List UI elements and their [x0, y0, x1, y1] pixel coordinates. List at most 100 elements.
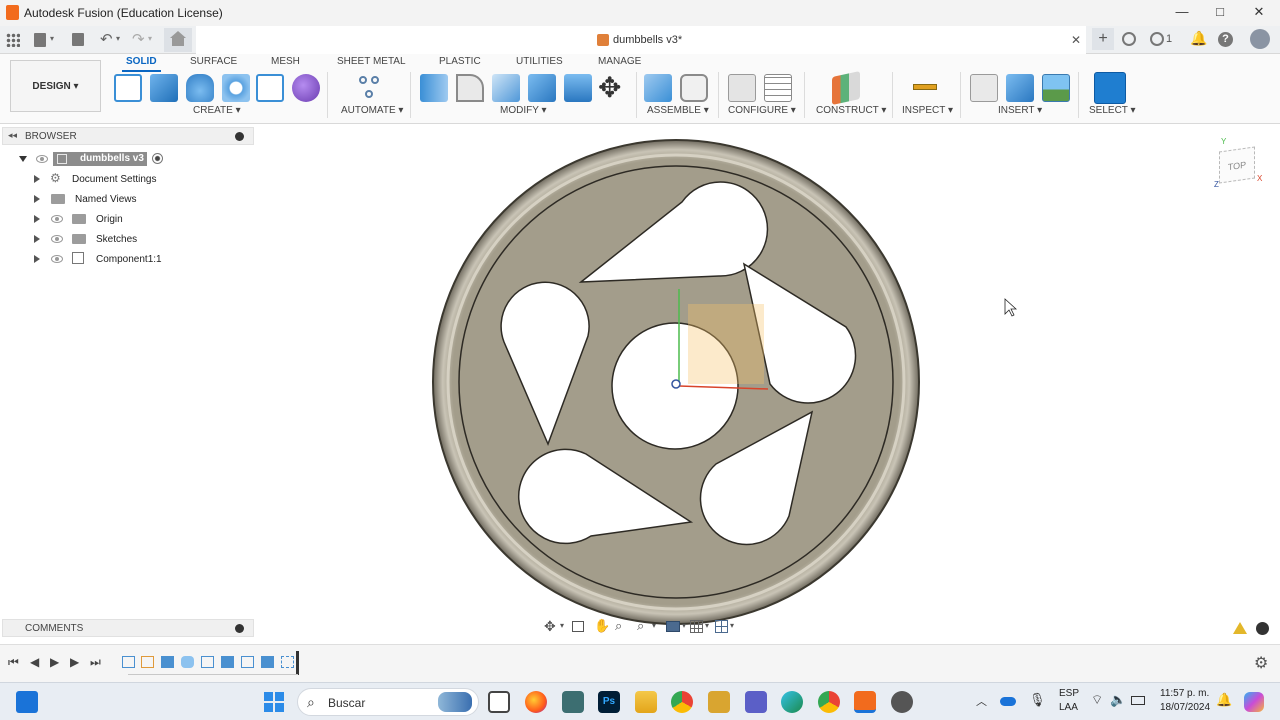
- windows-start-icon[interactable]: [264, 692, 284, 712]
- feedback-icon[interactable]: [1256, 622, 1269, 635]
- copilot-icon[interactable]: [1244, 692, 1264, 712]
- select-icon[interactable]: [1094, 72, 1126, 104]
- offset-plane-icon[interactable]: [832, 71, 860, 105]
- clock-time[interactable]: 11:57 p. m.: [1160, 688, 1209, 699]
- redo-chevron-icon[interactable]: ▾: [148, 34, 152, 43]
- teams-icon[interactable]: [745, 691, 767, 713]
- dumbbell-plate[interactable]: [432, 139, 920, 625]
- volume-icon[interactable]: 🔈: [1110, 692, 1126, 708]
- modify-group-label[interactable]: MODIFY ▾: [500, 105, 547, 116]
- timeline-feature-sketch[interactable]: [201, 656, 214, 668]
- tab-utilities[interactable]: UTILITIES: [516, 56, 563, 67]
- help-icon[interactable]: ?: [1218, 32, 1233, 47]
- expand-component-icon[interactable]: [34, 255, 40, 263]
- expand-sketches-icon[interactable]: [34, 235, 40, 243]
- edge-icon[interactable]: [781, 691, 803, 713]
- visibility-eye-icon[interactable]: [51, 255, 63, 263]
- expand-root-icon[interactable]: [19, 156, 27, 162]
- tab-sheet-metal[interactable]: SHEET METAL: [337, 56, 406, 67]
- timeline-settings-gear-icon[interactable]: ⚙: [1254, 653, 1268, 673]
- root-row[interactable]: dumbbells v3: [53, 152, 147, 166]
- joint-icon[interactable]: [680, 74, 708, 102]
- insert-group-label[interactable]: INSERT ▾: [998, 105, 1042, 116]
- chrome-icon[interactable]: [671, 691, 693, 713]
- app-icon[interactable]: [562, 691, 584, 713]
- revolve-icon[interactable]: [186, 74, 214, 102]
- warning-icon[interactable]: [1233, 622, 1247, 634]
- add-comment-icon[interactable]: [235, 624, 244, 633]
- expand-origin-icon[interactable]: [34, 215, 40, 223]
- insert-canvas-icon[interactable]: [1042, 74, 1070, 102]
- configure-icon[interactable]: [728, 74, 756, 102]
- battery-icon[interactable]: [1131, 696, 1145, 705]
- press-pull-icon[interactable]: [420, 74, 448, 102]
- hole-icon[interactable]: [222, 74, 250, 102]
- expand-document-settings-icon[interactable]: [34, 175, 40, 183]
- file-explorer-icon[interactable]: [635, 691, 657, 713]
- visibility-eye-icon[interactable]: [51, 215, 63, 223]
- look-at-icon[interactable]: [572, 621, 584, 632]
- close-window-button[interactable]: ✕: [1249, 4, 1269, 22]
- undo-icon[interactable]: ↶: [100, 30, 113, 48]
- tree-item-named-views[interactable]: Named Views: [75, 194, 137, 205]
- insert-derive-icon[interactable]: [970, 74, 998, 102]
- tab-mesh[interactable]: MESH: [271, 56, 300, 67]
- clock-date[interactable]: 18/07/2024: [1160, 702, 1210, 713]
- recording-app-icon[interactable]: [891, 691, 913, 713]
- notification-center-icon[interactable]: 🔔: [1216, 692, 1232, 708]
- timeline-feature-sketch[interactable]: [241, 656, 254, 668]
- timeline-end-icon[interactable]: ⏭: [90, 655, 101, 670]
- timeline-feature-sketch[interactable]: [141, 656, 154, 668]
- wifi-icon[interactable]: ⌔: [1091, 692, 1103, 708]
- create-sketch-icon[interactable]: [114, 74, 142, 102]
- close-tab-icon[interactable]: ✕: [1071, 33, 1081, 47]
- timeline-next-icon[interactable]: ▶: [70, 655, 79, 669]
- tab-surface[interactable]: SURFACE: [190, 56, 237, 67]
- form-icon[interactable]: [292, 74, 320, 102]
- tree-item-sketches[interactable]: Sketches: [96, 234, 137, 245]
- move-icon[interactable]: ✥: [598, 74, 621, 102]
- insert-mcmaster-icon[interactable]: [1006, 74, 1034, 102]
- timeline-start-icon[interactable]: ⏮: [8, 655, 19, 670]
- chrome-profile-icon[interactable]: [818, 691, 840, 713]
- timeline-feature-pattern[interactable]: [281, 656, 294, 668]
- language-code[interactable]: ESP: [1059, 688, 1079, 699]
- browser-minimize-icon[interactable]: [235, 132, 244, 141]
- extensions-icon[interactable]: [1122, 32, 1136, 46]
- visibility-eye-icon[interactable]: [36, 155, 48, 163]
- file-menu-chevron-icon[interactable]: ▾: [50, 34, 54, 43]
- job-status-icon[interactable]: [1150, 32, 1164, 46]
- data-panel-grid-icon[interactable]: [6, 33, 20, 47]
- visibility-eye-icon[interactable]: [51, 235, 63, 243]
- timeline-previous-icon[interactable]: ◀: [30, 655, 39, 669]
- new-component-icon[interactable]: [644, 74, 672, 102]
- browser-panel-header[interactable]: ◂◂ BROWSER: [2, 127, 254, 145]
- fusion-taskbar-icon[interactable]: [854, 691, 876, 713]
- expand-named-views-icon[interactable]: [34, 195, 40, 203]
- app-icon[interactable]: [708, 691, 730, 713]
- timeline-feature-revolve[interactable]: [181, 656, 194, 668]
- widgets-icon[interactable]: [16, 691, 38, 713]
- photoshop-icon[interactable]: Ps: [598, 691, 620, 713]
- fillet-icon[interactable]: [456, 74, 484, 102]
- firefox-icon[interactable]: [525, 691, 547, 713]
- timeline-play-icon[interactable]: ▶: [50, 655, 59, 669]
- timeline-marker[interactable]: [296, 651, 299, 675]
- new-tab-button[interactable]: +: [1092, 28, 1114, 50]
- tab-solid[interactable]: SOLID: [122, 56, 161, 72]
- grid-settings-chevron-icon[interactable]: ▾: [705, 621, 709, 630]
- grid-settings-icon[interactable]: [690, 620, 703, 633]
- configure-group-label[interactable]: CONFIGURE ▾: [728, 105, 796, 116]
- fit-zoom-icon[interactable]: ⌕: [637, 618, 644, 634]
- tree-item-document-settings[interactable]: Document Settings: [72, 174, 157, 185]
- workspace-switcher[interactable]: DESIGN ▾: [10, 60, 101, 112]
- tree-item-origin[interactable]: Origin: [96, 214, 123, 225]
- collapse-panel-icon[interactable]: ◂◂: [8, 130, 17, 141]
- user-avatar[interactable]: [1250, 29, 1270, 49]
- viewcube[interactable]: TOP: [1219, 146, 1255, 184]
- home-icon[interactable]: [164, 28, 192, 52]
- shell-icon[interactable]: [528, 74, 556, 102]
- viewports-chevron-icon[interactable]: ▾: [730, 621, 734, 630]
- display-settings-icon[interactable]: [666, 621, 680, 632]
- assemble-group-label[interactable]: ASSEMBLE ▾: [647, 105, 709, 116]
